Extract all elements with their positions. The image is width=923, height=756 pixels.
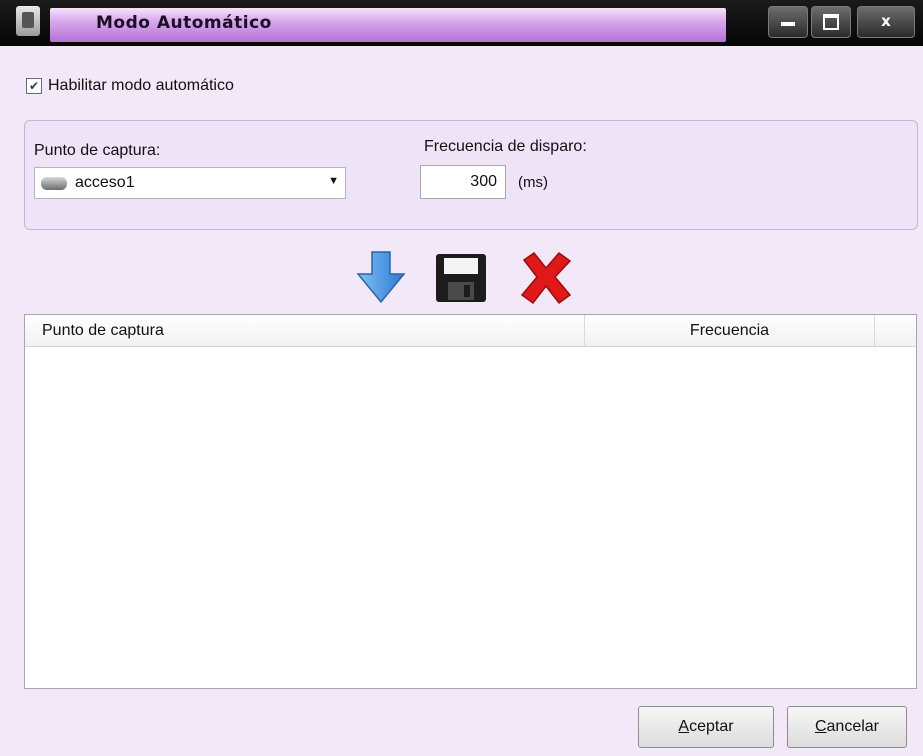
capture-points-table[interactable]: Punto de captura Frecuencia	[24, 314, 917, 689]
minimize-icon	[781, 22, 795, 26]
enable-auto-mode-label: Habilitar modo automático	[48, 77, 234, 94]
enable-auto-mode-checkbox[interactable]: ✔	[26, 78, 42, 94]
minimize-button[interactable]	[768, 6, 808, 38]
window-title: Modo Automático	[96, 13, 272, 33]
capture-point-label: Punto de captura:	[34, 142, 161, 159]
cancel-mnemonic: C	[814, 718, 827, 735]
frequency-unit-label: (ms)	[518, 174, 548, 191]
cancel-button[interactable]: Cancelar	[787, 706, 907, 748]
accept-button[interactable]: Aceptar	[638, 706, 774, 748]
enable-auto-mode-row[interactable]: ✔ Habilitar modo automático	[26, 77, 234, 95]
floppy-save-icon[interactable]	[430, 250, 490, 306]
app-icon	[16, 6, 40, 36]
close-button[interactable]: x	[857, 6, 915, 38]
table-header: Punto de captura Frecuencia	[25, 315, 916, 347]
accept-label: ceptar	[689, 718, 734, 735]
down-arrow-icon[interactable]	[352, 250, 412, 306]
title-bar[interactable]: Modo Automático x	[0, 0, 923, 46]
maximize-icon	[823, 14, 839, 30]
checkmark-icon: ✔	[28, 79, 40, 93]
frequency-input[interactable]: 300	[420, 165, 506, 199]
close-icon: x	[881, 12, 891, 30]
chevron-down-icon[interactable]: ▼	[328, 175, 339, 187]
maximize-button[interactable]	[811, 6, 851, 38]
column-header-capture-point[interactable]: Punto de captura	[25, 315, 585, 346]
modo-automatico-window: Modo Automático x ✔ Habilitar modo autom…	[0, 0, 923, 756]
capture-point-value: acceso1	[75, 174, 135, 191]
capture-point-select[interactable]: acceso1 ▼	[34, 167, 346, 199]
frequency-label: Frecuencia de disparo:	[424, 138, 587, 155]
red-x-delete-icon[interactable]	[516, 250, 576, 306]
column-header-frequency[interactable]: Frecuencia	[585, 315, 875, 346]
camera-icon	[41, 177, 67, 190]
cancel-label: ancelar	[826, 718, 880, 735]
accept-mnemonic: A	[678, 718, 690, 735]
